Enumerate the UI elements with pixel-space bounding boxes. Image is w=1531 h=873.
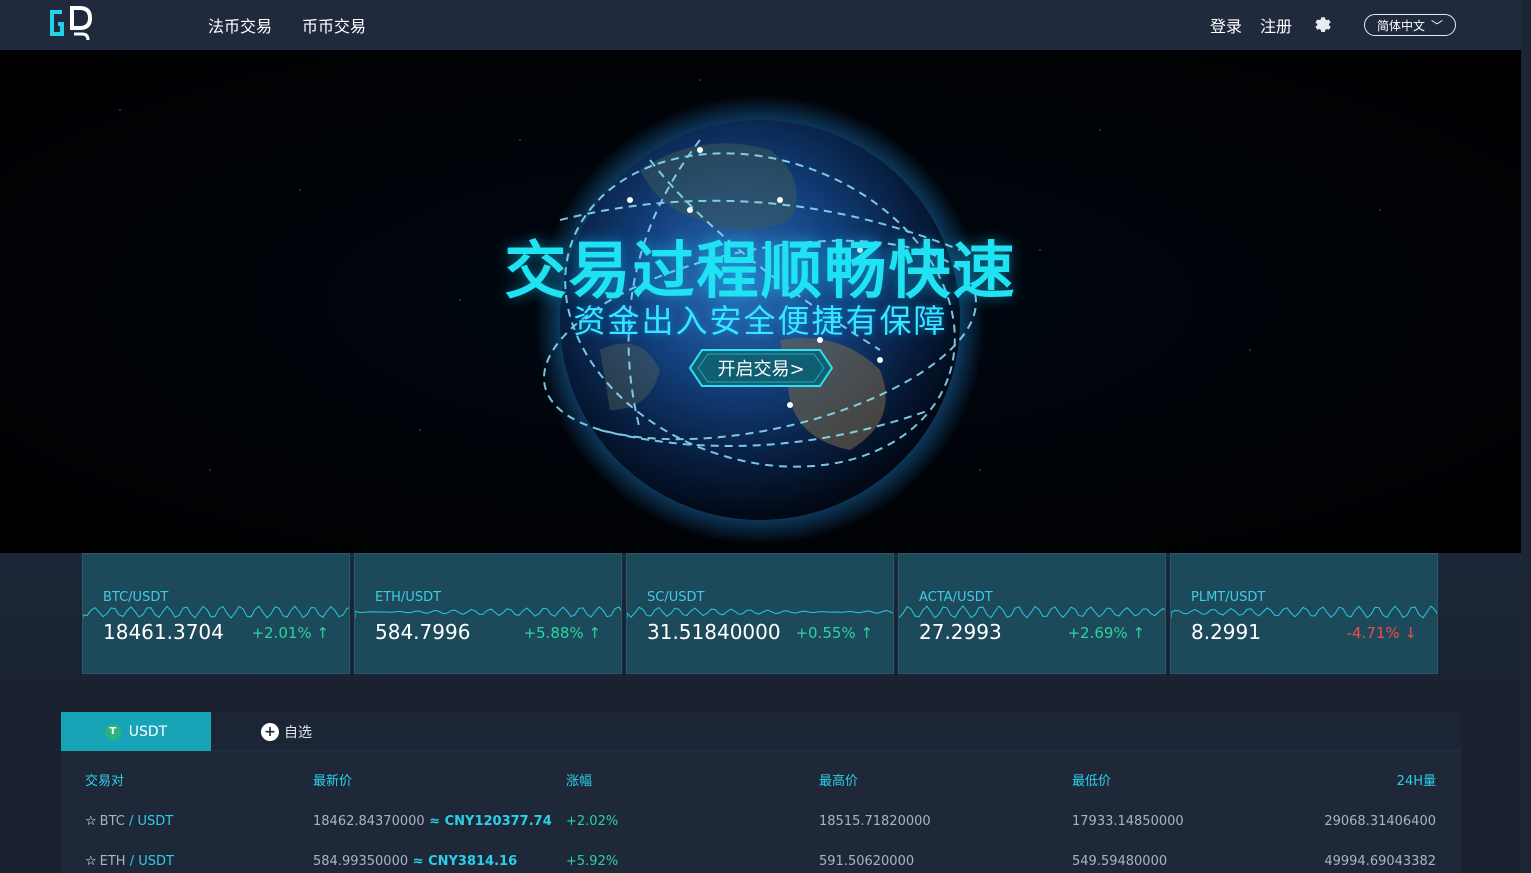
cny-price: CNY3814.16	[428, 854, 518, 869]
plus-icon: +	[261, 722, 279, 741]
tab-favorites[interactable]: + 自选	[261, 712, 312, 751]
tab-usdt-label: USDT	[128, 723, 168, 740]
ticker-pair: BTC/USDT	[103, 590, 169, 605]
ticker-price: 27.2993	[919, 620, 1002, 644]
table-row[interactable]: ☆ ETH / USDT 584.99350000 ≈ CNY3814.16 +5.9…	[61, 854, 1461, 873]
hero-banner: 交易过程顺畅快速 资金出入安全便捷有保障 开启交易>	[0, 50, 1521, 553]
nav-coin-trading[interactable]: 币币交易	[302, 13, 366, 37]
volume-cell: 49994.69043382	[1324, 854, 1436, 869]
high-cell: 591.50620000	[819, 854, 915, 869]
chevron-down-icon: ﹀	[1431, 18, 1444, 33]
ticker-price: 584.7996	[375, 620, 471, 644]
ticker-change: +5.88% ↑	[523, 624, 601, 642]
nav-fiat-trading[interactable]: 法币交易	[208, 13, 272, 37]
table-row[interactable]: ☆ BTC / USDT 18462.84370000 ≈ CNY120377.74…	[61, 814, 1461, 854]
header-low: 最低价	[1072, 774, 1112, 789]
ticker-change: +2.01% ↑	[251, 624, 329, 642]
last-price-cell: 18462.84370000 ≈ CNY120377.74	[313, 814, 552, 829]
ticker-change: +2.69% ↑	[1067, 624, 1145, 642]
ticker-card[interactable]: BTC/USDT 18461.3704 +2.01% ↑	[82, 553, 350, 674]
last-price-cell: 584.99350000 ≈ CNY3814.16	[313, 854, 518, 869]
language-select[interactable]: 简体中文 ﹀	[1364, 14, 1456, 36]
start-trading-label: 开启交易>	[717, 359, 805, 380]
main-nav: 法币交易 币币交易	[208, 0, 366, 50]
header-pair: 交易对	[85, 774, 125, 789]
last-price: 18462.84370000	[313, 814, 425, 829]
last-price: 584.99350000	[313, 854, 409, 869]
ticker-card[interactable]: ETH/USDT 584.7996 +5.88% ↑	[354, 553, 622, 674]
start-trading-button[interactable]: 开启交易>	[688, 348, 834, 388]
cny-price: CNY120377.74	[444, 814, 552, 829]
logo-icon	[50, 6, 93, 41]
quote-symbol: USDT	[137, 814, 174, 829]
low-cell: 17933.14850000	[1072, 814, 1184, 829]
header-high: 最高价	[819, 774, 859, 789]
volume-cell: 29068.31406400	[1324, 814, 1436, 829]
ticker-price: 8.2991	[1191, 620, 1261, 644]
language-label: 简体中文	[1376, 18, 1425, 33]
market-tabs: T USDT + 自选	[61, 712, 1461, 751]
ticker-price: 31.51840000	[647, 620, 781, 644]
login-link[interactable]: 登录	[1210, 13, 1242, 37]
ticker-card[interactable]: PLMT/USDT 8.2991 -4.71% ↓	[1170, 553, 1438, 674]
ticker-change: +0.55% ↑	[795, 624, 873, 642]
ticker-card[interactable]: SC/USDT 31.51840000 +0.55% ↑	[626, 553, 894, 674]
change-cell: +5.92%	[566, 854, 619, 869]
market-panel: T USDT + 自选 交易对 最新价 涨幅 最高价 最低价 24H量 ☆ BTC…	[61, 712, 1461, 873]
ticker-pair: SC/USDT	[647, 590, 705, 605]
top-navbar: 法币交易 币币交易 登录 注册 简体中文 ﹀	[0, 0, 1521, 50]
star-icon[interactable]: ☆	[85, 814, 97, 829]
base-symbol: BTC	[99, 814, 125, 829]
header-last-price: 最新价	[313, 774, 353, 789]
register-link[interactable]: 注册	[1260, 13, 1292, 37]
hero-subtitle: 资金出入安全便捷有保障	[573, 302, 948, 340]
high-cell: 18515.71820000	[819, 814, 931, 829]
pair-cell: ☆ ETH / USDT	[85, 854, 174, 869]
nav-right: 登录 注册 简体中文 ﹀	[1210, 0, 1456, 50]
ticker-price: 18461.3704	[103, 620, 224, 644]
tab-favorites-label: 自选	[284, 724, 312, 741]
ticker-card[interactable]: ACTA/USDT 27.2993 +2.69% ↑	[898, 553, 1166, 674]
scrollbar[interactable]	[1521, 0, 1531, 873]
low-cell: 549.59480000	[1072, 854, 1168, 869]
star-icon[interactable]: ☆	[85, 854, 97, 869]
header-volume: 24H量	[1396, 774, 1436, 789]
usdt-coin-icon: T	[104, 723, 121, 740]
pair-cell: ☆ BTC / USDT	[85, 814, 174, 829]
base-symbol: ETH	[99, 854, 126, 869]
ticker-pair: PLMT/USDT	[1191, 590, 1266, 605]
header-change: 涨幅	[566, 774, 593, 789]
gear-icon[interactable]	[1312, 14, 1334, 36]
ticker-pair: ACTA/USDT	[919, 590, 993, 605]
quote-symbol: USDT	[138, 854, 174, 869]
tab-usdt[interactable]: T USDT	[61, 712, 211, 751]
ticker-pair: ETH/USDT	[375, 590, 442, 605]
logo[interactable]	[48, 4, 96, 42]
ticker-change: -4.71% ↓	[1346, 624, 1417, 642]
change-cell: +2.02%	[566, 814, 619, 829]
